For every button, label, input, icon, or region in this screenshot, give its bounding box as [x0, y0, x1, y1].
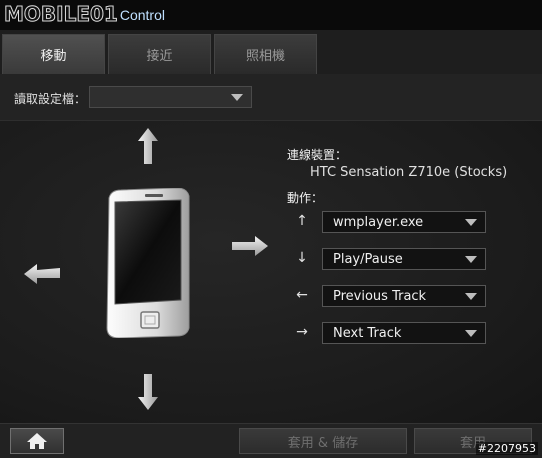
action-select-right[interactable]: Next Track	[322, 322, 486, 344]
arrow-down-icon: ↓	[296, 250, 308, 266]
tab-bar: 移動 接近 照相機	[0, 30, 542, 75]
arrow-right-icon: →	[296, 324, 308, 340]
logo-product: Control	[119, 7, 165, 23]
action-select-left[interactable]: Previous Track	[322, 285, 486, 307]
chevron-down-icon	[465, 330, 477, 337]
tab-camera[interactable]: 照相機	[214, 34, 317, 74]
arrow-left-icon: ←	[296, 287, 308, 303]
app-logo: MOBILE01 Control	[4, 2, 165, 27]
watermark: #2207953	[475, 442, 538, 455]
action-value-up: wmplayer.exe	[333, 215, 424, 230]
action-value-down: Play/Pause	[333, 252, 403, 267]
arrow-up-icon	[138, 128, 158, 164]
footer-bar: 套用 & 儲存 套用	[0, 423, 542, 458]
device-name: HTC Sensation Z710e (Stocks)	[310, 165, 508, 180]
logo-brand: MOBILE01	[4, 2, 119, 27]
phone-illustration	[106, 188, 190, 338]
action-value-left: Previous Track	[333, 289, 427, 304]
tab-proximity[interactable]: 接近	[108, 34, 211, 74]
profile-row: 讀取設定檔：	[0, 74, 542, 121]
apply-save-button[interactable]: 套用 & 儲存	[239, 428, 407, 454]
profile-label: 讀取設定檔：	[14, 92, 87, 106]
profile-select[interactable]	[89, 86, 252, 108]
chevron-down-icon	[465, 219, 477, 226]
home-button[interactable]	[10, 428, 64, 454]
title-bar: MOBILE01 Control	[0, 0, 542, 30]
arrow-left-icon	[24, 264, 60, 284]
arrow-up-icon: ↑	[296, 213, 308, 229]
arrow-right-icon	[232, 236, 268, 256]
chevron-down-icon	[231, 94, 243, 101]
action-select-down[interactable]: Play/Pause	[322, 248, 486, 270]
action-value-right: Next Track	[333, 326, 402, 341]
actions-label: 動作：	[287, 191, 324, 205]
tab-move[interactable]: 移動	[2, 34, 105, 74]
connection-label: 連線裝置：	[287, 148, 348, 162]
home-icon	[27, 433, 47, 449]
action-select-up[interactable]: wmplayer.exe	[322, 211, 486, 233]
chevron-down-icon	[465, 256, 477, 263]
chevron-down-icon	[465, 293, 477, 300]
arrow-down-icon	[138, 374, 158, 410]
